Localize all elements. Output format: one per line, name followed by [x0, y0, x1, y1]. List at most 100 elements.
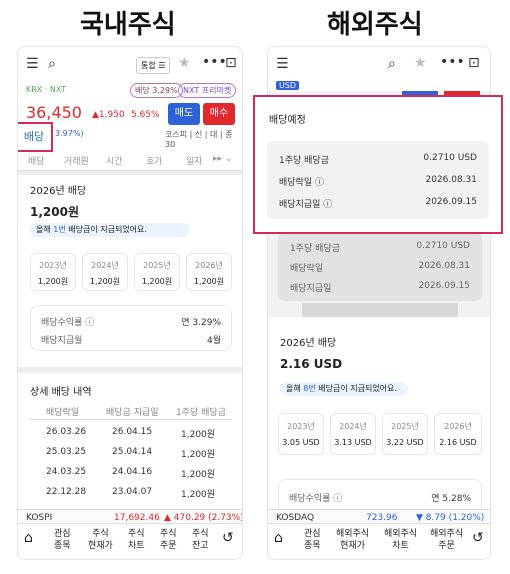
yield-card: 배당수익률 ⓘ 연 3.29% 배당지급월 4월: [30, 305, 232, 351]
bottom-nav: ⌂ 관심 종목 해외주식 현재가 해외주식 차트 해외주식 주문 ↺: [268, 523, 490, 559]
nav-watchlist[interactable]: 관심 종목: [304, 528, 321, 552]
more-icon[interactable]: •••: [440, 54, 465, 70]
note-pre: 올해: [36, 225, 54, 234]
dim-value: 0.2710 USD: [416, 241, 470, 251]
price-change: ▲1,950: [92, 110, 125, 120]
info-icon[interactable]: ⓘ: [333, 494, 342, 504]
detail-header: 배당금 지급일: [106, 408, 159, 418]
nav-price[interactable]: 주식 현재가: [88, 528, 113, 552]
domestic-phone: ☰ ⌕ 통합 ☰ ★ ••• ⊡ KRX · NXT 배당 3.29% NXT …: [17, 46, 243, 560]
nav-price[interactable]: 해외주식 현재가: [336, 528, 369, 552]
info-icon[interactable]: ⓘ: [315, 178, 324, 188]
year-label: 2026년: [195, 261, 223, 270]
year-value: 3.13 USD: [334, 438, 372, 447]
note-post: 배당금이 지급되었어요.: [315, 384, 397, 393]
index-name: KOSDAQ: [276, 513, 315, 523]
star-icon[interactable]: ★: [178, 55, 191, 71]
year-card: 2024년 1,200원: [82, 253, 128, 291]
home-icon[interactable]: ⌂: [24, 531, 33, 545]
price: 36,450: [26, 103, 82, 122]
nav-chart[interactable]: 주식 차트: [128, 528, 145, 552]
search-icon[interactable]: ⌕: [48, 56, 56, 72]
paymonth-label: 배당지급월: [41, 336, 83, 346]
dividend-badge: 배당 3.29%: [130, 83, 183, 98]
detail-cell: 25.04.14: [112, 447, 153, 457]
year-value: 3.05 USD: [282, 438, 320, 447]
tab-more-icon[interactable]: ▸▸ ⌄: [213, 154, 232, 164]
popup-value: 2026.09.15: [425, 197, 477, 207]
detail-cell: 24.04.16: [112, 467, 153, 477]
detail-cell: 1,200원: [181, 450, 216, 460]
year-card: 2024년 3.13 USD: [330, 413, 376, 455]
yield-value: 연 5.28%: [431, 494, 471, 504]
divider: [18, 171, 242, 175]
bottom-nav: ⌂ 관심 종목 주식 현재가 주식 차트 주식 주문 주식 잔고 ↺: [18, 523, 242, 559]
nav-chart[interactable]: 해외주식 차트: [384, 528, 417, 552]
nav-watchlist[interactable]: 관심 종목: [54, 528, 71, 552]
bookmark-icon[interactable]: ⊡: [225, 55, 237, 71]
detail-cell: 26.04.15: [112, 427, 153, 437]
dividend-schedule-popup: 배당예정 1주당 배당금 0.2710 USD 배당락일 ⓘ 2026.08.3…: [253, 95, 503, 234]
dim-label: 배당지급일: [290, 284, 332, 294]
menu-icon[interactable]: ☰: [276, 56, 289, 72]
yield-label: 배당수익률 ⓘ: [289, 491, 342, 504]
year-card: 2023년 3.05 USD: [278, 413, 324, 455]
detail-cell: 24.03.25: [46, 467, 87, 477]
year-card: 2026년 2.16 USD: [434, 413, 482, 455]
info-icon[interactable]: ⓘ: [323, 200, 332, 210]
info-icon[interactable]: ⓘ: [85, 318, 94, 328]
yield-value: 연 3.29%: [181, 318, 221, 328]
year-note: 올해 1번 배당금이 지급되었어요.: [30, 223, 190, 237]
market-label: KRX · NXT: [26, 85, 67, 94]
index-name: KOSPI: [26, 513, 53, 523]
detail-header: 1주당 배당금: [176, 408, 226, 418]
note-post: 배당금이 지급되었어요.: [65, 225, 147, 234]
pct-small: 3.97%): [55, 129, 84, 138]
tab-broker[interactable]: 거래원: [64, 154, 89, 167]
index-value: 723.96: [366, 513, 398, 523]
home-icon[interactable]: ⌂: [274, 531, 283, 545]
combine-button[interactable]: 통합 ☰: [136, 57, 171, 74]
star-icon[interactable]: ★: [414, 55, 427, 71]
tab-quote[interactable]: 호가: [146, 154, 163, 167]
detail-cell: 26.03.26: [46, 427, 87, 437]
bookmark-icon[interactable]: ⊡: [468, 55, 480, 71]
sell-button[interactable]: 매도: [168, 103, 200, 125]
popup-label-text: 배당락일: [279, 178, 313, 188]
dividend-highlight[interactable]: 배당: [18, 122, 53, 152]
nav-balance[interactable]: 주식 잔고: [192, 528, 209, 552]
nxt-badge-text: NXT 프리마켓: [183, 86, 232, 95]
note-pre: 올해: [286, 384, 304, 393]
more-icon[interactable]: •••: [202, 54, 227, 70]
back-icon[interactable]: ↺: [222, 531, 234, 545]
note-highlight: 8번: [303, 384, 316, 393]
paymonth-value: 4월: [206, 336, 221, 346]
overseas-title: 해외주식: [327, 10, 423, 40]
year-header: 2026년 배당: [280, 338, 337, 349]
detail-cell: 22.12.28: [46, 487, 87, 497]
popup-card: 1주당 배당금 0.2710 USD 배당락일 ⓘ 2026.08.31 배당지…: [267, 141, 489, 219]
tab-time[interactable]: 시간: [106, 154, 123, 167]
menu-icon[interactable]: ☰: [26, 56, 39, 72]
nav-order[interactable]: 해외주식 주문: [430, 528, 463, 552]
year-label: 2023년: [287, 422, 315, 431]
year-label: 2023년: [39, 261, 67, 270]
detail-cell: 1,200원: [181, 430, 216, 440]
nav-order[interactable]: 주식 주문: [160, 528, 177, 552]
tab-dividend[interactable]: 배당: [28, 154, 45, 167]
tab-daily[interactable]: 일자: [186, 154, 203, 167]
dim-shadow: [302, 303, 458, 317]
year-header: 2026년 배당: [30, 186, 87, 197]
year-value: 1,200원: [193, 277, 225, 286]
search-icon[interactable]: ⌕: [388, 56, 396, 72]
combine-label: 통합: [141, 61, 156, 70]
buy-button[interactable]: 매수: [203, 103, 235, 125]
back-icon[interactable]: ↺: [472, 531, 484, 545]
popup-label: 1주당 배당금: [279, 156, 329, 166]
dim-label: 배당락일: [290, 264, 324, 274]
year-label: 2025년: [391, 422, 419, 431]
dimmed-card: 1주당 배당금 0.2710 USD 배당락일 2026.08.31 배당지급일…: [278, 233, 482, 301]
year-label: 2024년: [339, 422, 367, 431]
year-label: 2024년: [91, 261, 119, 270]
dim-value: 2026.08.31: [418, 261, 470, 271]
